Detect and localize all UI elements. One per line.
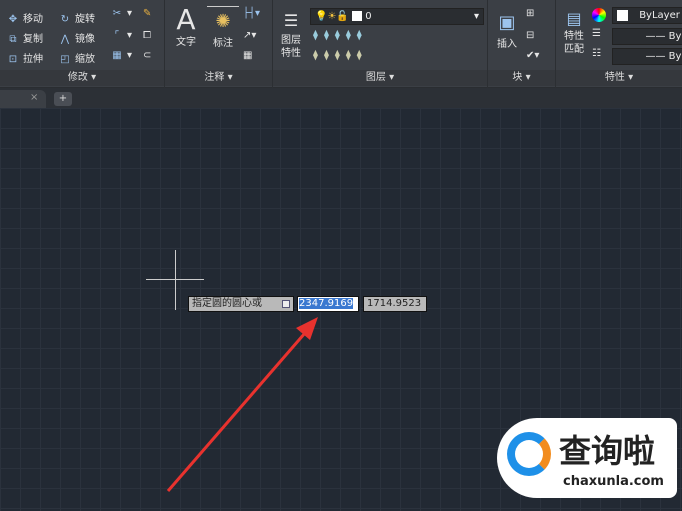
drawing-canvas[interactable]: 指定圆的圆心或 2347.9169 1714.9523 查询啦 chaxunla… [0,108,682,511]
offset-icon[interactable]: ⊂ [143,50,151,61]
properties-panel: ▤特性匹配 ByLayer —— ByL —— ByL ☰ ☷ 特性 ▾ [556,0,682,88]
match-properties-button[interactable]: ▤ 特性 匹配 [560,8,588,56]
explode-icon[interactable]: ⧠ [143,30,151,41]
color-wheel-icon[interactable] [592,8,606,22]
edit-block-icon[interactable]: ⊟ [526,30,534,41]
block-attr-icon[interactable]: ✔▾ [526,50,539,61]
dimension-button[interactable]: ✺ 标注 [207,6,239,50]
arrow-head [296,317,318,340]
scissors-icon: ✂ [112,8,122,19]
watermark-logo: 查询啦 chaxunla.com [497,418,677,498]
layer-properties-button[interactable]: ☰ 图层 特性 [277,8,305,60]
color-swatch [617,9,628,21]
annotation-panel-label[interactable]: 注释 ▾ [165,70,272,86]
rotate-icon: ↻ [60,14,70,25]
scale-icon: ◰ [60,54,70,65]
modify-panel: ✥ 移动 ↻ 旋转 ⧉ 复制 ⋀ 镜像 ⊡ 拉伸 ◰ 缩放 ✂ ▾ ⌜ ▾ ▦ ▾ ✎ ⧠ ⊂ 修… [0,0,165,88]
properties-panel-label[interactable]: 特性 ▾ [556,70,682,86]
dimension-icon: ✺ [207,6,239,37]
insert-button[interactable]: ▣ 插入 [492,8,522,51]
trim-button[interactable]: ✂ ▾ [110,8,132,19]
lineweight-icon: ☰ [592,28,601,39]
fillet-icon: ⌜ [114,30,120,41]
text-icon: A [176,3,196,36]
text-button[interactable]: A 文字 [171,4,201,49]
stretch-button[interactable]: ⊡ 拉伸 [6,50,43,65]
layer-dropdown[interactable]: 💡☀🔓 0 ▾ [310,8,484,25]
drawing-tab[interactable]: × [0,90,46,108]
copy-icon: ⧉ [9,34,17,45]
mirror-button[interactable]: ⋀ 镜像 [58,30,95,45]
layer-tools-row1[interactable]: ⧫⧫⧫⧫⧫ [313,30,368,41]
block-panel-label[interactable]: 块 ▾ [488,70,555,86]
erase-icon[interactable]: ✎ [143,8,151,19]
linear-dim-icon[interactable]: ├┤▾ [243,8,260,19]
watermark-q-icon [507,432,551,476]
table-icon[interactable]: ▦ [243,50,252,61]
layer-state-icons: 💡☀🔓 [315,11,349,22]
layer-tools-row2[interactable]: ⧫⧫⧫⧫⧫ [313,50,368,61]
stretch-icon: ⊡ [8,54,18,65]
insert-icon: ▣ [498,12,516,33]
move-button[interactable]: ✥ 移动 [6,10,43,25]
arrow-shaft [166,332,307,492]
layers-icon: ☰ [283,11,299,30]
array-button[interactable]: ▦ ▾ [110,50,132,61]
create-block-icon[interactable]: ⊞ [526,8,534,19]
linetype-icon: ☷ [592,48,601,59]
layers-panel: ☰ 图层 特性 💡☀🔓 0 ▾ ⧫⧫⧫⧫⧫ ⧫⧫⧫⧫⧫ 图层 ▾ [273,0,488,88]
copy-button[interactable]: ⧉ 复制 [6,30,43,45]
ribbon: ✥ 移动 ↻ 旋转 ⧉ 复制 ⋀ 镜像 ⊡ 拉伸 ◰ 缩放 ✂ ▾ ⌜ ▾ ▦ ▾ ✎ ⧠ ⊂ 修… [0,0,682,88]
layers-panel-label[interactable]: 图层 ▾ [273,70,487,86]
close-tab-icon[interactable]: × [30,92,38,103]
block-panel: ▣ 插入 ⊞ ⊟ ✔▾ 块 ▾ [488,0,556,88]
new-tab-button[interactable]: + [54,92,72,106]
move-icon: ✥ [8,14,18,25]
match-properties-icon: ▤ [566,9,582,28]
modify-panel-label[interactable]: 修改 ▾ [0,70,164,86]
array-icon: ▦ [112,50,122,61]
layer-color-swatch [352,11,363,21]
color-dropdown[interactable]: ByLayer [612,7,682,24]
annotation-panel: A 文字 ✺ 标注 ├┤▾ ↗▾ ▦ 注释 ▾ [165,0,273,88]
mirror-icon: ⋀ [60,34,70,45]
lineweight-dropdown[interactable]: —— ByL [612,48,682,65]
leader-icon[interactable]: ↗▾ [243,30,256,41]
rotate-button[interactable]: ↻ 旋转 [58,10,95,25]
fillet-button[interactable]: ⌜ ▾ [110,30,132,41]
file-tab-bar: × + [0,88,682,108]
scale-button[interactable]: ◰ 缩放 [58,50,95,65]
linetype-dropdown[interactable]: —— ByL [612,28,682,45]
chevron-down-icon: ▾ [473,11,479,22]
